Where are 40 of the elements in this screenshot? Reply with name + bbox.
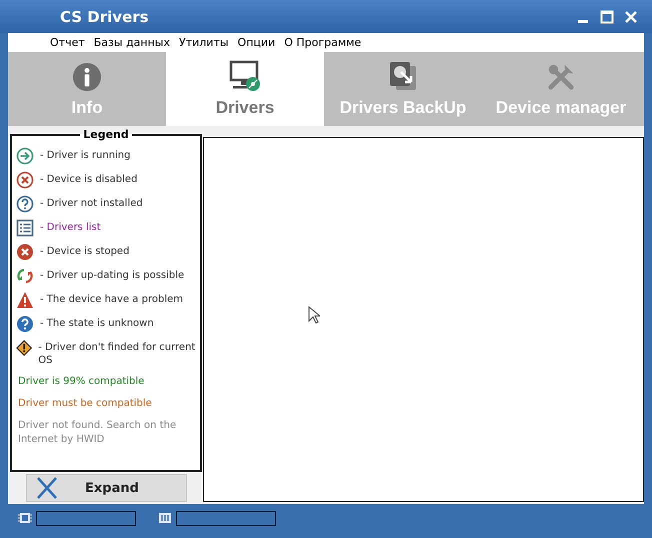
maximize-icon[interactable]: [600, 10, 614, 24]
legend-label: - Driver up-dating is possible: [40, 269, 184, 282]
refresh-icon: [16, 267, 34, 285]
question-icon: [16, 195, 34, 213]
tab[interactable]: Drivers: [166, 52, 324, 126]
cross-circle-icon: [16, 171, 34, 189]
info-icon: [72, 62, 102, 92]
memory-icon: [158, 511, 172, 525]
legend-label: - The state is unknown: [40, 317, 154, 330]
expand-button[interactable]: Expand: [26, 474, 187, 502]
monitor-disc-icon: [229, 60, 261, 92]
legend-label: - Device is stoped: [40, 245, 130, 258]
menu-item[interactable]: Базы данных: [94, 36, 170, 49]
cross-circle-icon: [16, 243, 34, 261]
legend-note: Driver must be compatible: [18, 397, 153, 411]
menu-item[interactable]: Утилиты: [179, 36, 229, 49]
cross-icon: [35, 476, 59, 500]
mouse-cursor-icon: [308, 306, 320, 324]
menu-item[interactable]: О Программе: [284, 36, 362, 49]
disk-arrow-icon: [387, 60, 419, 92]
menu-item[interactable]: Отчет: [50, 36, 85, 49]
legend-label: - Drivers list: [40, 221, 101, 234]
chip-icon: [18, 511, 32, 525]
legend-label: - The device have a problem: [40, 293, 183, 306]
warning-icon: [16, 291, 34, 309]
legend-note: Driver not found. Search on the Internet by HWID: [18, 419, 178, 447]
tools-icon: [546, 62, 576, 92]
question-icon: [16, 315, 34, 333]
window-title: CS Drivers: [60, 8, 149, 26]
legend-label: - Driver don't finded for current OS: [38, 341, 196, 367]
legend-title: Legend: [82, 128, 130, 141]
warning-icon: [16, 339, 32, 357]
legend-label: - Driver not installed: [40, 197, 143, 210]
close-icon[interactable]: [624, 10, 638, 24]
legend-note: Driver is 99% compatible: [18, 375, 146, 389]
menu-item[interactable]: Опции: [238, 36, 276, 49]
legend-label: - Driver is running: [40, 149, 130, 162]
list-icon: [16, 219, 34, 237]
arrow-circle-icon: [16, 147, 34, 165]
legend-label: - Device is disabled: [40, 173, 138, 186]
